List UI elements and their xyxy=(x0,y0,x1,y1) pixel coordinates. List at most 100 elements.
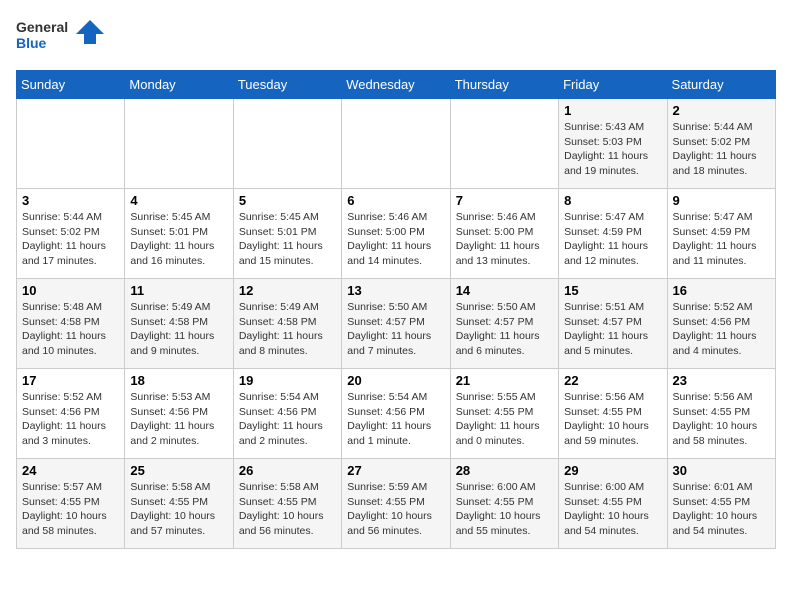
calendar-cell: 18Sunrise: 5:53 AM Sunset: 4:56 PM Dayli… xyxy=(125,369,233,459)
day-detail: Sunrise: 5:49 AM Sunset: 4:58 PM Dayligh… xyxy=(239,300,336,359)
day-detail: Sunrise: 5:52 AM Sunset: 4:56 PM Dayligh… xyxy=(22,390,119,449)
day-number: 13 xyxy=(347,283,444,298)
day-detail: Sunrise: 5:58 AM Sunset: 4:55 PM Dayligh… xyxy=(130,480,227,539)
day-number: 17 xyxy=(22,373,119,388)
calendar-week-2: 3Sunrise: 5:44 AM Sunset: 5:02 PM Daylig… xyxy=(17,189,776,279)
calendar-cell: 19Sunrise: 5:54 AM Sunset: 4:56 PM Dayli… xyxy=(233,369,341,459)
calendar-cell: 17 Sunrise: 5:52 AM Sunset: 4:56 PM Dayli… xyxy=(17,369,125,459)
day-number: 4 xyxy=(130,193,227,208)
day-detail: Sunrise: 5:45 AM Sunset: 5:01 PM Dayligh… xyxy=(239,210,336,269)
day-detail: Sunrise: 5:56 AM Sunset: 4:55 PM Dayligh… xyxy=(564,390,661,449)
calendar-cell: 22 Sunrise: 5:56 AM Sunset: 4:55 PM Dayli… xyxy=(559,369,667,459)
calendar-cell: 15Sunrise: 5:51 AM Sunset: 4:57 PM Dayli… xyxy=(559,279,667,369)
day-number: 22 xyxy=(564,373,661,388)
calendar-cell: 27 Sunrise: 5:59 AM Sunset: 4:55 PM Dayli… xyxy=(342,459,450,549)
calendar-week-4: 17 Sunrise: 5:52 AM Sunset: 4:56 PM Dayli… xyxy=(17,369,776,459)
calendar-cell xyxy=(17,99,125,189)
calendar-cell: 21 Sunrise: 5:55 AM Sunset: 4:55 PM Dayli… xyxy=(450,369,558,459)
day-number: 2 xyxy=(673,103,770,118)
calendar-cell: 20Sunrise: 5:54 AM Sunset: 4:56 PM Dayli… xyxy=(342,369,450,459)
day-detail: Sunrise: 6:00 AM Sunset: 4:55 PM Dayligh… xyxy=(564,480,661,539)
day-detail: Sunrise: 5:43 AM Sunset: 5:03 PM Dayligh… xyxy=(564,120,661,179)
svg-text:Blue: Blue xyxy=(16,35,47,51)
day-detail: Sunrise: 5:46 AM Sunset: 5:00 PM Dayligh… xyxy=(456,210,553,269)
day-number: 28 xyxy=(456,463,553,478)
calendar-week-1: 1 Sunrise: 5:43 AM Sunset: 5:03 PM Daylig… xyxy=(17,99,776,189)
calendar-cell xyxy=(450,99,558,189)
calendar-cell: 26Sunrise: 5:58 AM Sunset: 4:55 PM Dayli… xyxy=(233,459,341,549)
calendar-cell xyxy=(233,99,341,189)
calendar-cell: 5 Sunrise: 5:45 AM Sunset: 5:01 PM Daylig… xyxy=(233,189,341,279)
day-detail: Sunrise: 5:46 AM Sunset: 5:00 PM Dayligh… xyxy=(347,210,444,269)
day-detail: Sunrise: 5:57 AM Sunset: 4:55 PM Dayligh… xyxy=(22,480,119,539)
day-number: 3 xyxy=(22,193,119,208)
calendar-cell: 13 Sunrise: 5:50 AM Sunset: 4:57 PM Dayli… xyxy=(342,279,450,369)
day-header-sunday: Sunday xyxy=(17,71,125,99)
day-number: 10 xyxy=(22,283,119,298)
day-detail: Sunrise: 5:44 AM Sunset: 5:02 PM Dayligh… xyxy=(673,120,770,179)
day-detail: Sunrise: 6:00 AM Sunset: 4:55 PM Dayligh… xyxy=(456,480,553,539)
day-detail: Sunrise: 6:01 AM Sunset: 4:55 PM Dayligh… xyxy=(673,480,770,539)
calendar-cell: 7 Sunrise: 5:46 AM Sunset: 5:00 PM Daylig… xyxy=(450,189,558,279)
day-header-friday: Friday xyxy=(559,71,667,99)
day-detail: Sunrise: 5:55 AM Sunset: 4:55 PM Dayligh… xyxy=(456,390,553,449)
calendar-cell: 30 Sunrise: 6:01 AM Sunset: 4:55 PM Dayli… xyxy=(667,459,775,549)
day-number: 27 xyxy=(347,463,444,478)
day-detail: Sunrise: 5:48 AM Sunset: 4:58 PM Dayligh… xyxy=(22,300,119,359)
day-number: 29 xyxy=(564,463,661,478)
day-number: 23 xyxy=(673,373,770,388)
calendar-cell: 12 Sunrise: 5:49 AM Sunset: 4:58 PM Dayli… xyxy=(233,279,341,369)
day-number: 30 xyxy=(673,463,770,478)
day-number: 15 xyxy=(564,283,661,298)
calendar-cell: 25 Sunrise: 5:58 AM Sunset: 4:55 PM Dayli… xyxy=(125,459,233,549)
day-header-monday: Monday xyxy=(125,71,233,99)
calendar-week-5: 24 Sunrise: 5:57 AM Sunset: 4:55 PM Dayli… xyxy=(17,459,776,549)
day-detail: Sunrise: 5:56 AM Sunset: 4:55 PM Dayligh… xyxy=(673,390,770,449)
day-number: 8 xyxy=(564,193,661,208)
calendar-cell: 9 Sunrise: 5:47 AM Sunset: 4:59 PM Daylig… xyxy=(667,189,775,279)
day-detail: Sunrise: 5:59 AM Sunset: 4:55 PM Dayligh… xyxy=(347,480,444,539)
day-number: 19 xyxy=(239,373,336,388)
day-detail: Sunrise: 5:54 AM Sunset: 4:56 PM Dayligh… xyxy=(347,390,444,449)
calendar-cell: 6 Sunrise: 5:46 AM Sunset: 5:00 PM Daylig… xyxy=(342,189,450,279)
day-detail: Sunrise: 5:47 AM Sunset: 4:59 PM Dayligh… xyxy=(673,210,770,269)
day-number: 25 xyxy=(130,463,227,478)
day-number: 11 xyxy=(130,283,227,298)
calendar-cell: 4 Sunrise: 5:45 AM Sunset: 5:01 PM Daylig… xyxy=(125,189,233,279)
calendar-cell: 10 Sunrise: 5:48 AM Sunset: 4:58 PM Dayli… xyxy=(17,279,125,369)
day-detail: Sunrise: 5:47 AM Sunset: 4:59 PM Dayligh… xyxy=(564,210,661,269)
day-detail: Sunrise: 5:45 AM Sunset: 5:01 PM Dayligh… xyxy=(130,210,227,269)
calendar-cell: 14 Sunrise: 5:50 AM Sunset: 4:57 PM Dayli… xyxy=(450,279,558,369)
calendar-header-row: SundayMondayTuesdayWednesdayThursdayFrid… xyxy=(17,71,776,99)
day-number: 1 xyxy=(564,103,661,118)
day-number: 24 xyxy=(22,463,119,478)
calendar-cell: 1 Sunrise: 5:43 AM Sunset: 5:03 PM Daylig… xyxy=(559,99,667,189)
day-detail: Sunrise: 5:50 AM Sunset: 4:57 PM Dayligh… xyxy=(347,300,444,359)
day-number: 16 xyxy=(673,283,770,298)
day-number: 21 xyxy=(456,373,553,388)
day-header-saturday: Saturday xyxy=(667,71,775,99)
calendar-cell: 24 Sunrise: 5:57 AM Sunset: 4:55 PM Dayli… xyxy=(17,459,125,549)
calendar-cell xyxy=(342,99,450,189)
day-detail: Sunrise: 5:58 AM Sunset: 4:55 PM Dayligh… xyxy=(239,480,336,539)
day-number: 5 xyxy=(239,193,336,208)
logo-svg: General Blue xyxy=(16,16,106,60)
day-detail: Sunrise: 5:49 AM Sunset: 4:58 PM Dayligh… xyxy=(130,300,227,359)
calendar-cell: 3Sunrise: 5:44 AM Sunset: 5:02 PM Daylig… xyxy=(17,189,125,279)
calendar-cell: 29 Sunrise: 6:00 AM Sunset: 4:55 PM Dayli… xyxy=(559,459,667,549)
day-number: 14 xyxy=(456,283,553,298)
day-header-wednesday: Wednesday xyxy=(342,71,450,99)
day-header-tuesday: Tuesday xyxy=(233,71,341,99)
day-header-thursday: Thursday xyxy=(450,71,558,99)
calendar-cell: 28 Sunrise: 6:00 AM Sunset: 4:55 PM Dayli… xyxy=(450,459,558,549)
calendar-cell: 23 Sunrise: 5:56 AM Sunset: 4:55 PM Dayli… xyxy=(667,369,775,459)
page-header: General Blue xyxy=(16,16,776,60)
day-number: 12 xyxy=(239,283,336,298)
day-detail: Sunrise: 5:50 AM Sunset: 4:57 PM Dayligh… xyxy=(456,300,553,359)
day-detail: Sunrise: 5:53 AM Sunset: 4:56 PM Dayligh… xyxy=(130,390,227,449)
day-number: 6 xyxy=(347,193,444,208)
day-number: 7 xyxy=(456,193,553,208)
calendar-cell: 2 Sunrise: 5:44 AM Sunset: 5:02 PM Daylig… xyxy=(667,99,775,189)
day-number: 9 xyxy=(673,193,770,208)
calendar-week-3: 10 Sunrise: 5:48 AM Sunset: 4:58 PM Dayli… xyxy=(17,279,776,369)
